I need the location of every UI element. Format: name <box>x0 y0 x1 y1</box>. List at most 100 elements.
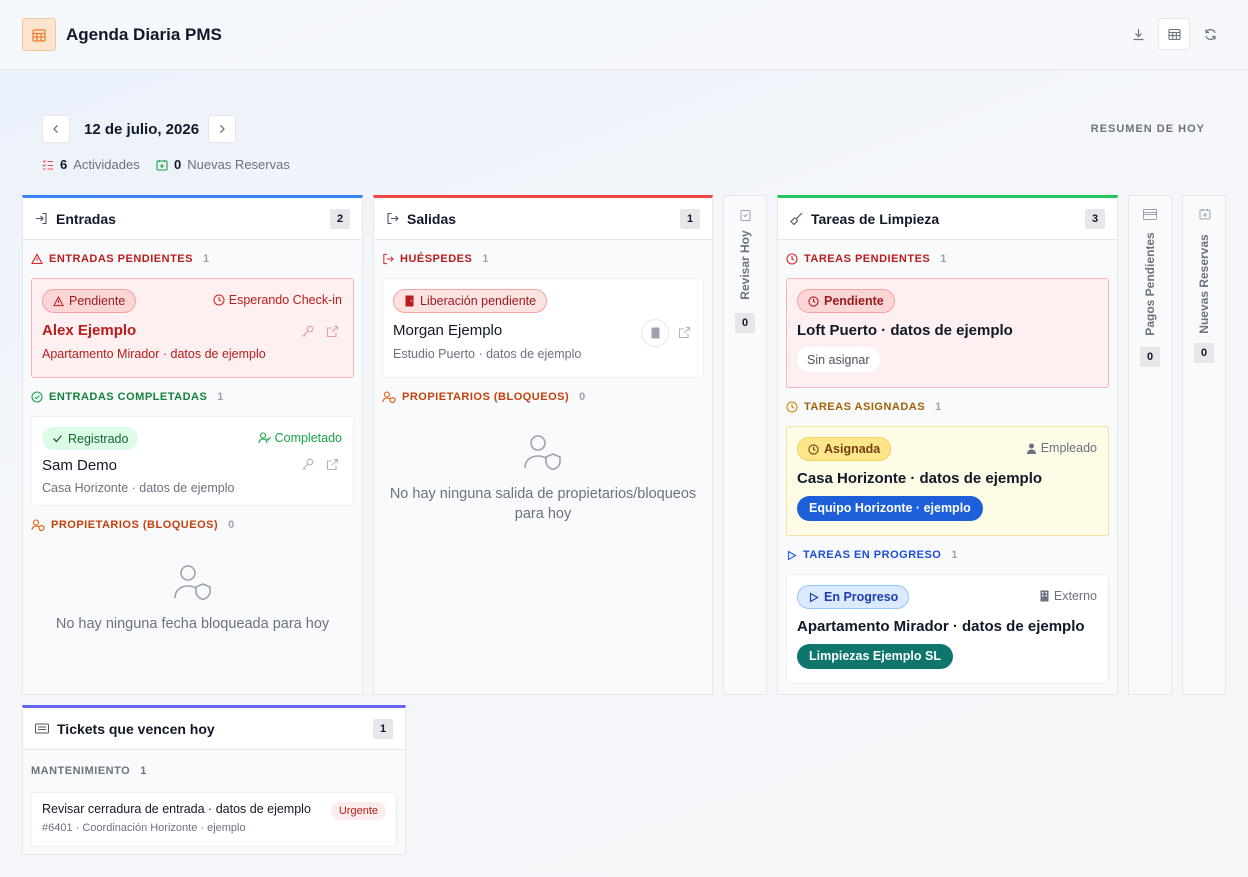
table-view-button[interactable] <box>1158 18 1190 50</box>
section-title: MANTENIMIENTO <box>31 765 131 777</box>
clock-icon <box>786 401 798 413</box>
section-count: 1 <box>482 253 489 265</box>
section-header: ENTRADAS PENDIENTES 1 <box>31 240 354 278</box>
property-name: Casa Horizonte · datos de ejemplo <box>797 470 1043 487</box>
column-label: Revisar Hoy <box>738 230 752 300</box>
external-link-icon[interactable] <box>326 458 339 471</box>
activities-count: 6 <box>60 157 68 172</box>
column-count: 1 <box>680 208 700 229</box>
panel-count: 1 <box>373 718 393 739</box>
column-label: Pagos Pendientes <box>1143 232 1157 336</box>
panel-header: Tickets que vencen hoy 1 <box>23 708 405 750</box>
assignee-badge[interactable]: Sin asignar <box>797 347 880 372</box>
section-header: HUÉSPEDES 1 <box>382 240 704 278</box>
panel-title: Tickets que vencen hoy <box>57 720 215 737</box>
cleaning-task-card[interactable]: Asignada Empleado Casa Horizonte · datos… <box>786 426 1109 536</box>
assignee-type-label: Externo <box>1053 589 1097 603</box>
calendar-plus-icon <box>156 159 168 171</box>
section-count: 1 <box>217 391 224 403</box>
card-actions <box>301 325 339 338</box>
app-header: Agenda Diaria PMS <box>0 0 1248 70</box>
user-check-icon <box>258 432 271 444</box>
assignee-type: Empleado <box>1026 441 1097 455</box>
empty-state-text: No hay ninguna salida de propietarios/bl… <box>389 486 697 522</box>
warning-icon <box>53 295 64 306</box>
section-count: 1 <box>935 401 942 413</box>
section-count: 0 <box>228 519 235 531</box>
clock-icon <box>786 253 798 265</box>
clock-icon <box>213 294 225 306</box>
column-header: Tareas de Limpieza 3 <box>778 198 1117 240</box>
user-shield-icon <box>31 519 45 531</box>
status-label: Liberación pendiente <box>420 294 537 308</box>
ticket-icon <box>35 723 49 734</box>
section-header: TAREAS PENDIENTES 1 <box>786 240 1109 278</box>
status-label: Asignada <box>824 442 881 456</box>
section-title: ENTRADAS COMPLETADAS <box>49 391 208 403</box>
status-badge: Registrado <box>42 427 139 450</box>
summary-link[interactable]: RESUMEN DE HOY <box>1091 123 1205 135</box>
key-icon[interactable] <box>301 325 314 338</box>
column-count: 3 <box>1085 208 1105 229</box>
download-icon <box>1133 28 1143 40</box>
user-shield-icon <box>382 391 396 403</box>
checkin-status-label: Completado <box>274 431 342 445</box>
cleaning-task-card[interactable]: En Progreso Externo Apartamento Mirador … <box>786 574 1109 684</box>
credit-card-icon <box>1143 209 1157 220</box>
ticket-card[interactable]: Revisar cerradura de entrada · datos de … <box>31 792 397 847</box>
column-count: 0 <box>1194 343 1214 363</box>
team-badge[interactable]: Equipo Horizonte · ejemplo <box>797 496 983 521</box>
property-name: Apartamento Mirador · datos de ejemplo <box>797 618 1085 635</box>
column-revisar-hoy[interactable]: Revisar Hoy 0 <box>723 195 767 695</box>
section-title: TAREAS EN PROGRESO <box>803 549 942 561</box>
arrival-card[interactable]: Registrado Completado Sam Demo Casa Hori… <box>31 416 354 506</box>
column-pagos-pendientes[interactable]: Pagos Pendientes 0 <box>1128 195 1172 695</box>
column-header: Salidas 1 <box>374 198 712 240</box>
chevron-left-icon <box>53 125 58 133</box>
column-limpieza: Tareas de Limpieza 3 TAREAS PENDIENTES 1… <box>777 195 1118 695</box>
column-nuevas-reservas[interactable]: Nuevas Reservas 0 <box>1182 195 1226 695</box>
play-icon <box>809 591 819 603</box>
refresh-button[interactable] <box>1194 18 1226 50</box>
external-link-icon[interactable] <box>326 325 339 338</box>
key-icon[interactable] <box>301 458 314 471</box>
section-title: TAREAS PENDIENTES <box>804 253 931 265</box>
checkin-status: Esperando Check-in <box>213 293 342 307</box>
property-name: Apartamento Mirador · datos de ejemplo <box>42 347 266 361</box>
release-button[interactable] <box>641 319 669 347</box>
next-day-button[interactable] <box>208 115 236 143</box>
property-name: Loft Puerto · datos de ejemplo <box>797 322 1013 339</box>
property-name: Estudio Puerto · datos de ejemplo <box>393 347 582 361</box>
column-count: 0 <box>1140 347 1160 367</box>
priority-badge: Urgente <box>330 802 386 820</box>
column-count: 0 <box>735 313 755 333</box>
door-icon <box>405 295 414 307</box>
column-title: Tareas de Limpieza <box>811 210 940 227</box>
check-circle-icon <box>31 391 43 403</box>
departure-card[interactable]: Liberación pendiente Morgan Ejemplo Estu… <box>382 278 704 378</box>
team-badge[interactable]: Limpiezas Ejemplo SL <box>797 644 953 669</box>
activities-stat: 6 Actividades <box>42 157 140 172</box>
arrival-card[interactable]: Pendiente Esperando Check-in Alex Ejempl… <box>31 278 354 378</box>
download-button[interactable] <box>1122 18 1154 50</box>
status-label: Pendiente <box>824 294 884 308</box>
column-entradas: Entradas 2 ENTRADAS PENDIENTES 1 Pendien… <box>22 195 363 695</box>
column-body: ENTRADAS PENDIENTES 1 Pendiente Esperand… <box>23 240 362 694</box>
broom-icon <box>790 212 803 225</box>
warning-icon <box>31 253 43 265</box>
section-header: TAREAS ASIGNADAS 1 <box>786 388 1109 426</box>
previous-day-button[interactable] <box>42 115 70 143</box>
column-body: TAREAS PENDIENTES 1 Pendiente Loft Puert… <box>778 240 1117 694</box>
section-header: PROPIETARIOS (BLOQUEOS) 0 <box>382 378 704 416</box>
property-name: Casa Horizonte · datos de ejemplo <box>42 481 235 495</box>
empty-state-icon-wrap <box>382 420 704 470</box>
login-icon <box>36 212 47 225</box>
status-label: Pendiente <box>69 294 126 308</box>
section-title: ENTRADAS PENDIENTES <box>49 253 193 265</box>
column-body: HUÉSPEDES 1 Liberación pendiente Morgan … <box>374 240 712 694</box>
status-label: En Progreso <box>824 590 899 604</box>
cleaning-task-card[interactable]: Pendiente Loft Puerto · datos de ejemplo… <box>786 278 1109 388</box>
status-badge: Pendiente <box>797 289 895 313</box>
external-link-icon[interactable] <box>678 326 691 339</box>
calendar-plus-icon <box>1199 209 1211 220</box>
